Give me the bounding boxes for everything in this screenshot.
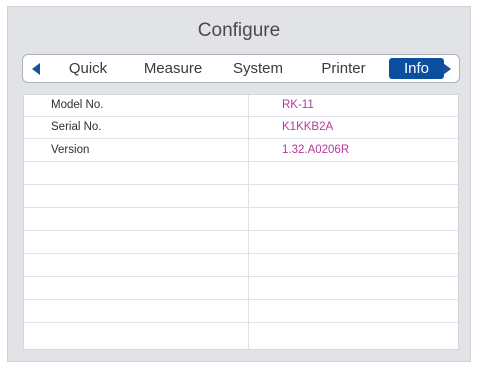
row-value: RK-11	[282, 99, 314, 111]
tab-quick[interactable]: Quick	[58, 58, 118, 79]
table-row	[24, 232, 458, 254]
table-row	[24, 163, 458, 185]
triangle-right-icon[interactable]	[443, 63, 451, 75]
triangle-left-icon[interactable]	[32, 63, 40, 75]
tab-bar: Quick Measure System Printer Info	[22, 54, 460, 83]
table-row	[24, 324, 458, 346]
table-row	[24, 209, 458, 231]
tab-system[interactable]: System	[223, 58, 293, 79]
table-row	[24, 278, 458, 300]
tab-printer[interactable]: Printer	[306, 58, 381, 79]
row-label: Serial No.	[51, 121, 102, 133]
table-row: Version 1.32.A0206R	[24, 140, 458, 162]
table-row: Serial No. K1KKB2A	[24, 117, 458, 139]
table-row: Model No. RK-11	[24, 95, 458, 117]
table-row	[24, 255, 458, 277]
configure-screen: Configure Quick Measure System Printer I…	[7, 6, 471, 362]
column-divider	[248, 95, 249, 349]
info-table: Model No. RK-11 Serial No. K1KKB2A Versi…	[23, 94, 459, 350]
tab-measure[interactable]: Measure	[132, 58, 214, 79]
row-value: 1.32.A0206R	[282, 144, 350, 156]
row-label: Model No.	[51, 99, 104, 111]
tab-info[interactable]: Info	[389, 58, 444, 79]
table-row	[24, 186, 458, 208]
page-title: Configure	[197, 20, 281, 41]
table-row	[24, 301, 458, 323]
row-label: Version	[51, 144, 90, 156]
row-value: K1KKB2A	[282, 121, 334, 133]
